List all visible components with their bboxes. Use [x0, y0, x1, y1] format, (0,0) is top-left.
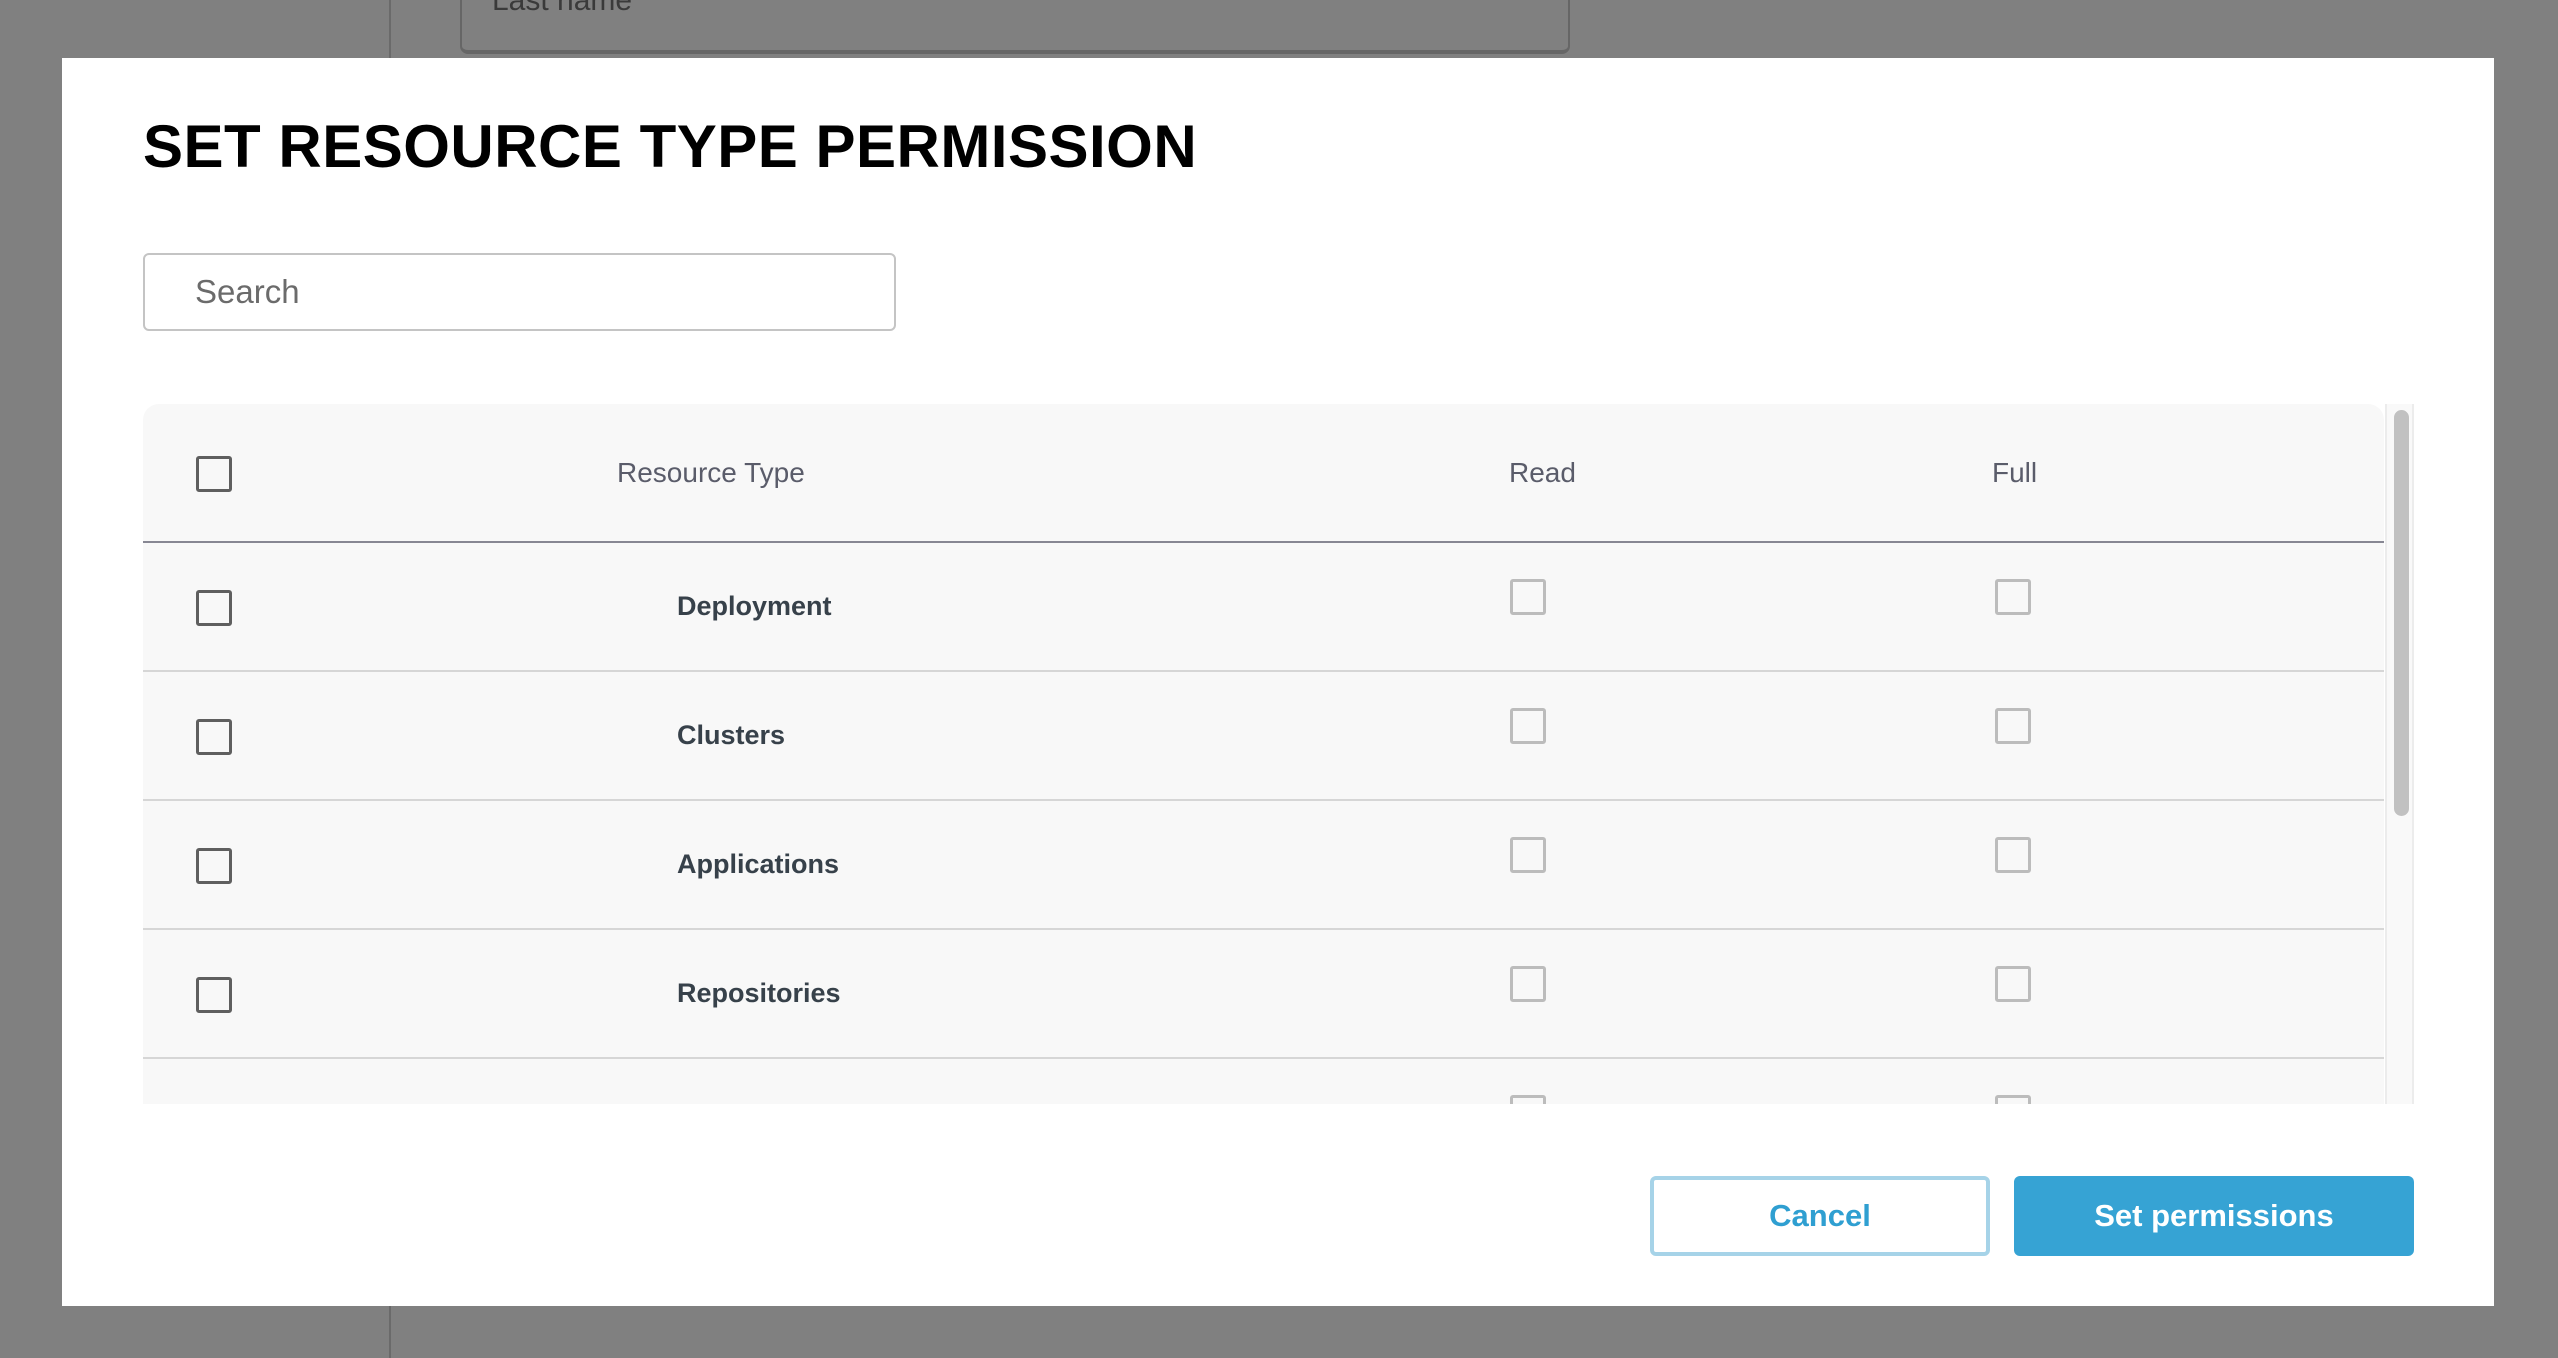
table-row: Applications — [143, 801, 2384, 930]
full-checkbox[interactable] — [1995, 966, 2031, 1002]
row-select-cell — [196, 719, 232, 755]
row-select-cell — [196, 848, 232, 884]
resource-type-label: Applications — [677, 849, 840, 879]
full-checkbox[interactable] — [1995, 1095, 2031, 1104]
permissions-table-container: Resource Type Read Full Deployment Clust… — [143, 404, 2414, 1104]
full-checkbox[interactable] — [1995, 708, 2031, 744]
row-select-checkbox[interactable] — [196, 719, 232, 755]
row-select-checkbox[interactable] — [196, 977, 232, 1013]
row-select-checkbox[interactable] — [196, 590, 232, 626]
read-checkbox[interactable] — [1510, 966, 1546, 1002]
resource-type-label: Deployment — [677, 591, 832, 621]
select-all-cell — [196, 456, 232, 492]
column-header-resource-type[interactable]: Resource Type — [617, 404, 805, 541]
full-checkbox[interactable] — [1995, 579, 2031, 615]
cancel-button[interactable]: Cancel — [1650, 1176, 1990, 1256]
resource-type-label: Clusters — [677, 720, 786, 750]
table-row — [143, 1059, 2384, 1104]
resource-type-label: Repositories — [677, 978, 841, 1008]
row-select-cell — [196, 977, 232, 1013]
table-scrollbar-thumb[interactable] — [2394, 410, 2409, 816]
table-scrollbar[interactable] — [2385, 404, 2414, 1104]
table-row: Clusters — [143, 672, 2384, 801]
background-last-name-field: Last name — [460, 0, 1570, 54]
dialog-title: SET RESOURCE TYPE PERMISSION — [143, 113, 1198, 180]
table-row: Repositories — [143, 930, 2384, 1059]
full-checkbox[interactable] — [1995, 837, 2031, 873]
read-checkbox[interactable] — [1510, 708, 1546, 744]
set-permissions-button[interactable]: Set permissions — [2014, 1176, 2414, 1256]
background-last-name-label: Last name — [492, 0, 633, 17]
permissions-table: Resource Type Read Full Deployment Clust… — [143, 404, 2384, 1104]
read-checkbox[interactable] — [1510, 579, 1546, 615]
table-header: Resource Type Read Full — [143, 404, 2384, 543]
set-resource-type-permission-dialog: SET RESOURCE TYPE PERMISSION Resource Ty… — [62, 58, 2494, 1306]
read-checkbox[interactable] — [1510, 837, 1546, 873]
row-select-cell — [196, 590, 232, 626]
read-checkbox[interactable] — [1510, 1095, 1546, 1104]
select-all-checkbox[interactable] — [196, 456, 232, 492]
search-input[interactable] — [143, 253, 896, 331]
column-header-read: Read — [1509, 457, 1576, 488]
column-header-full: Full — [1992, 457, 2038, 488]
table-row: Deployment — [143, 543, 2384, 672]
row-select-checkbox[interactable] — [196, 848, 232, 884]
